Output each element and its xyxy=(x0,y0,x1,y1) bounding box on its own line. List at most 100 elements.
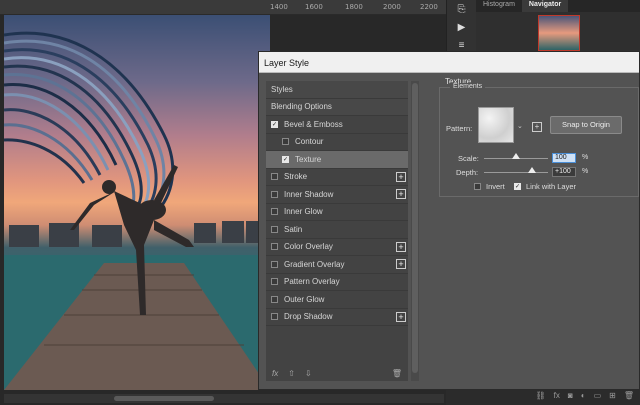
style-item-label: Styles xyxy=(271,84,293,94)
ruler-tick: 2200 xyxy=(420,3,438,11)
scale-label: Scale: xyxy=(458,154,479,163)
add-mask-icon[interactable]: ◙ xyxy=(568,391,573,400)
style-item-drop-shadow[interactable]: Drop Shadow + xyxy=(266,309,408,326)
style-item-contour[interactable]: Contour xyxy=(266,134,408,151)
new-group-icon[interactable]: ▭ xyxy=(594,391,602,400)
ruler-tick: 1600 xyxy=(305,3,323,11)
style-item-label: Blending Options xyxy=(271,102,332,112)
style-item-label: Bevel & Emboss xyxy=(284,119,343,129)
tab-navigator[interactable]: Navigator xyxy=(521,0,569,12)
navigator-preview[interactable] xyxy=(538,15,580,51)
add-effect-icon[interactable]: + xyxy=(396,259,406,269)
style-item-gradient-overlay[interactable]: Gradient Overlay + xyxy=(266,256,408,274)
percent-label: % xyxy=(582,168,589,175)
style-checkbox[interactable] xyxy=(271,243,278,251)
style-checkbox[interactable] xyxy=(271,173,278,181)
pattern-label: Pattern: xyxy=(446,124,473,133)
delete-layer-icon[interactable]: 🗑 xyxy=(624,391,634,400)
style-item-label: Drop Shadow xyxy=(284,312,333,322)
add-effect-icon[interactable]: + xyxy=(396,311,406,322)
ruler-tick: 1400 xyxy=(270,3,288,11)
tab-histogram[interactable]: Histogram xyxy=(476,0,522,12)
style-list: Styles Blending Options ✓ Bevel & Emboss Con… xyxy=(266,81,408,381)
link-with-layer-label: Link with Layer xyxy=(526,182,577,191)
add-effect-icon[interactable]: + xyxy=(396,241,406,252)
depth-input[interactable]: +100 xyxy=(552,167,576,177)
scrollbar-thumb[interactable] xyxy=(114,396,214,401)
style-item-label: Color Overlay xyxy=(284,242,333,252)
layer-style-dialog: Layer Style Styles Blending Options ✓ Bevel… xyxy=(258,51,640,390)
style-item-inner-shadow[interactable]: Inner Shadow + xyxy=(266,186,408,204)
style-checkbox[interactable] xyxy=(271,278,278,286)
style-item-styles[interactable]: Styles xyxy=(266,81,408,99)
style-item-pattern-overlay[interactable]: Pattern Overlay xyxy=(266,274,408,291)
style-item-label: Texture xyxy=(295,154,322,164)
history-icon[interactable]: ⎘ xyxy=(447,0,476,18)
move-up-icon[interactable]: ⇧ xyxy=(288,369,295,378)
adjustment-layer-icon[interactable]: ◐ xyxy=(581,391,586,400)
style-list-scrollbar[interactable] xyxy=(411,81,419,381)
style-item-label: Pattern Overlay xyxy=(284,277,340,287)
new-layer-icon[interactable]: ⊞ xyxy=(609,391,616,400)
snap-to-origin-button[interactable]: Snap to Origin xyxy=(550,116,622,134)
ruler-tick: 2000 xyxy=(383,3,401,11)
texture-settings: Texture Elements Pattern: ⌄ + Snap to Or… xyxy=(427,77,639,377)
style-item-label: Stroke xyxy=(284,172,308,182)
add-effect-icon[interactable]: + xyxy=(396,171,406,182)
fx-icon[interactable]: fx xyxy=(554,391,560,400)
style-checkbox[interactable] xyxy=(271,260,278,268)
horizontal-scrollbar[interactable] xyxy=(4,394,444,403)
style-item-blending-options[interactable]: Blending Options xyxy=(266,98,408,116)
style-checkbox[interactable]: ✓ xyxy=(271,120,278,128)
elements-group: Elements Pattern: ⌄ + Snap to Origin Sca… xyxy=(439,83,639,197)
new-preset-icon[interactable]: + xyxy=(532,122,542,132)
checkbox-box[interactable] xyxy=(474,183,481,190)
style-checkbox[interactable] xyxy=(271,190,278,198)
style-checkbox[interactable] xyxy=(271,295,278,303)
style-checkbox[interactable] xyxy=(282,138,289,146)
scrollbar-thumb[interactable] xyxy=(412,83,418,373)
style-item-label: Gradient Overlay xyxy=(284,259,345,269)
style-item-label: Inner Glow xyxy=(284,207,323,217)
style-item-texture[interactable]: ✓ Texture xyxy=(266,151,408,169)
style-item-bevel-emboss[interactable]: ✓ Bevel & Emboss xyxy=(266,116,408,134)
style-item-outer-glow[interactable]: Outer Glow xyxy=(266,291,408,309)
fx-menu-icon[interactable]: fx xyxy=(272,369,278,378)
play-action-icon[interactable]: ▶ xyxy=(447,18,476,36)
scale-input[interactable]: 100 xyxy=(552,153,576,163)
dialog-title: Layer Style xyxy=(259,52,639,73)
panel-tabs: Histogram Navigator xyxy=(476,0,640,12)
slider-knob[interactable] xyxy=(528,167,536,173)
style-item-stroke[interactable]: Stroke + xyxy=(266,169,408,186)
style-item-color-overlay[interactable]: Color Overlay + xyxy=(266,239,408,256)
style-checkbox[interactable] xyxy=(271,313,278,321)
depth-slider[interactable] xyxy=(484,167,548,173)
style-checkbox[interactable] xyxy=(271,208,278,216)
group-title: Elements xyxy=(450,83,486,90)
link-with-layer-checkbox[interactable]: ✓ Link with Layer xyxy=(514,182,576,191)
style-item-inner-glow[interactable]: Inner Glow xyxy=(266,204,408,221)
chevron-down-icon[interactable]: ⌄ xyxy=(517,122,523,130)
slider-knob[interactable] xyxy=(512,153,520,159)
style-item-label: Inner Shadow xyxy=(284,189,334,199)
ruler-tick: 1800 xyxy=(345,3,363,11)
style-item-label: Satin xyxy=(284,224,303,234)
style-checkbox[interactable] xyxy=(271,225,278,233)
style-item-satin[interactable]: Satin xyxy=(266,221,408,239)
document-image xyxy=(4,15,270,390)
move-down-icon[interactable]: ⇩ xyxy=(305,369,312,378)
style-item-label: Outer Glow xyxy=(284,294,325,304)
percent-label: % xyxy=(582,154,589,161)
checkbox-box[interactable]: ✓ xyxy=(514,183,521,190)
link-layers-icon[interactable]: ⛓ xyxy=(536,391,546,400)
add-effect-icon[interactable]: + xyxy=(396,189,406,199)
style-checkbox[interactable]: ✓ xyxy=(282,155,289,163)
delete-effect-icon[interactable]: 🗑 xyxy=(392,369,402,378)
invert-checkbox[interactable]: Invert xyxy=(474,182,505,191)
style-item-label: Contour xyxy=(295,137,324,147)
pattern-swatch[interactable] xyxy=(478,107,514,143)
depth-label: Depth: xyxy=(456,168,479,177)
style-list-footer: fx ⇧ ⇩ 🗑 xyxy=(266,362,408,384)
scale-slider[interactable] xyxy=(484,153,548,159)
invert-label: Invert xyxy=(486,182,505,191)
